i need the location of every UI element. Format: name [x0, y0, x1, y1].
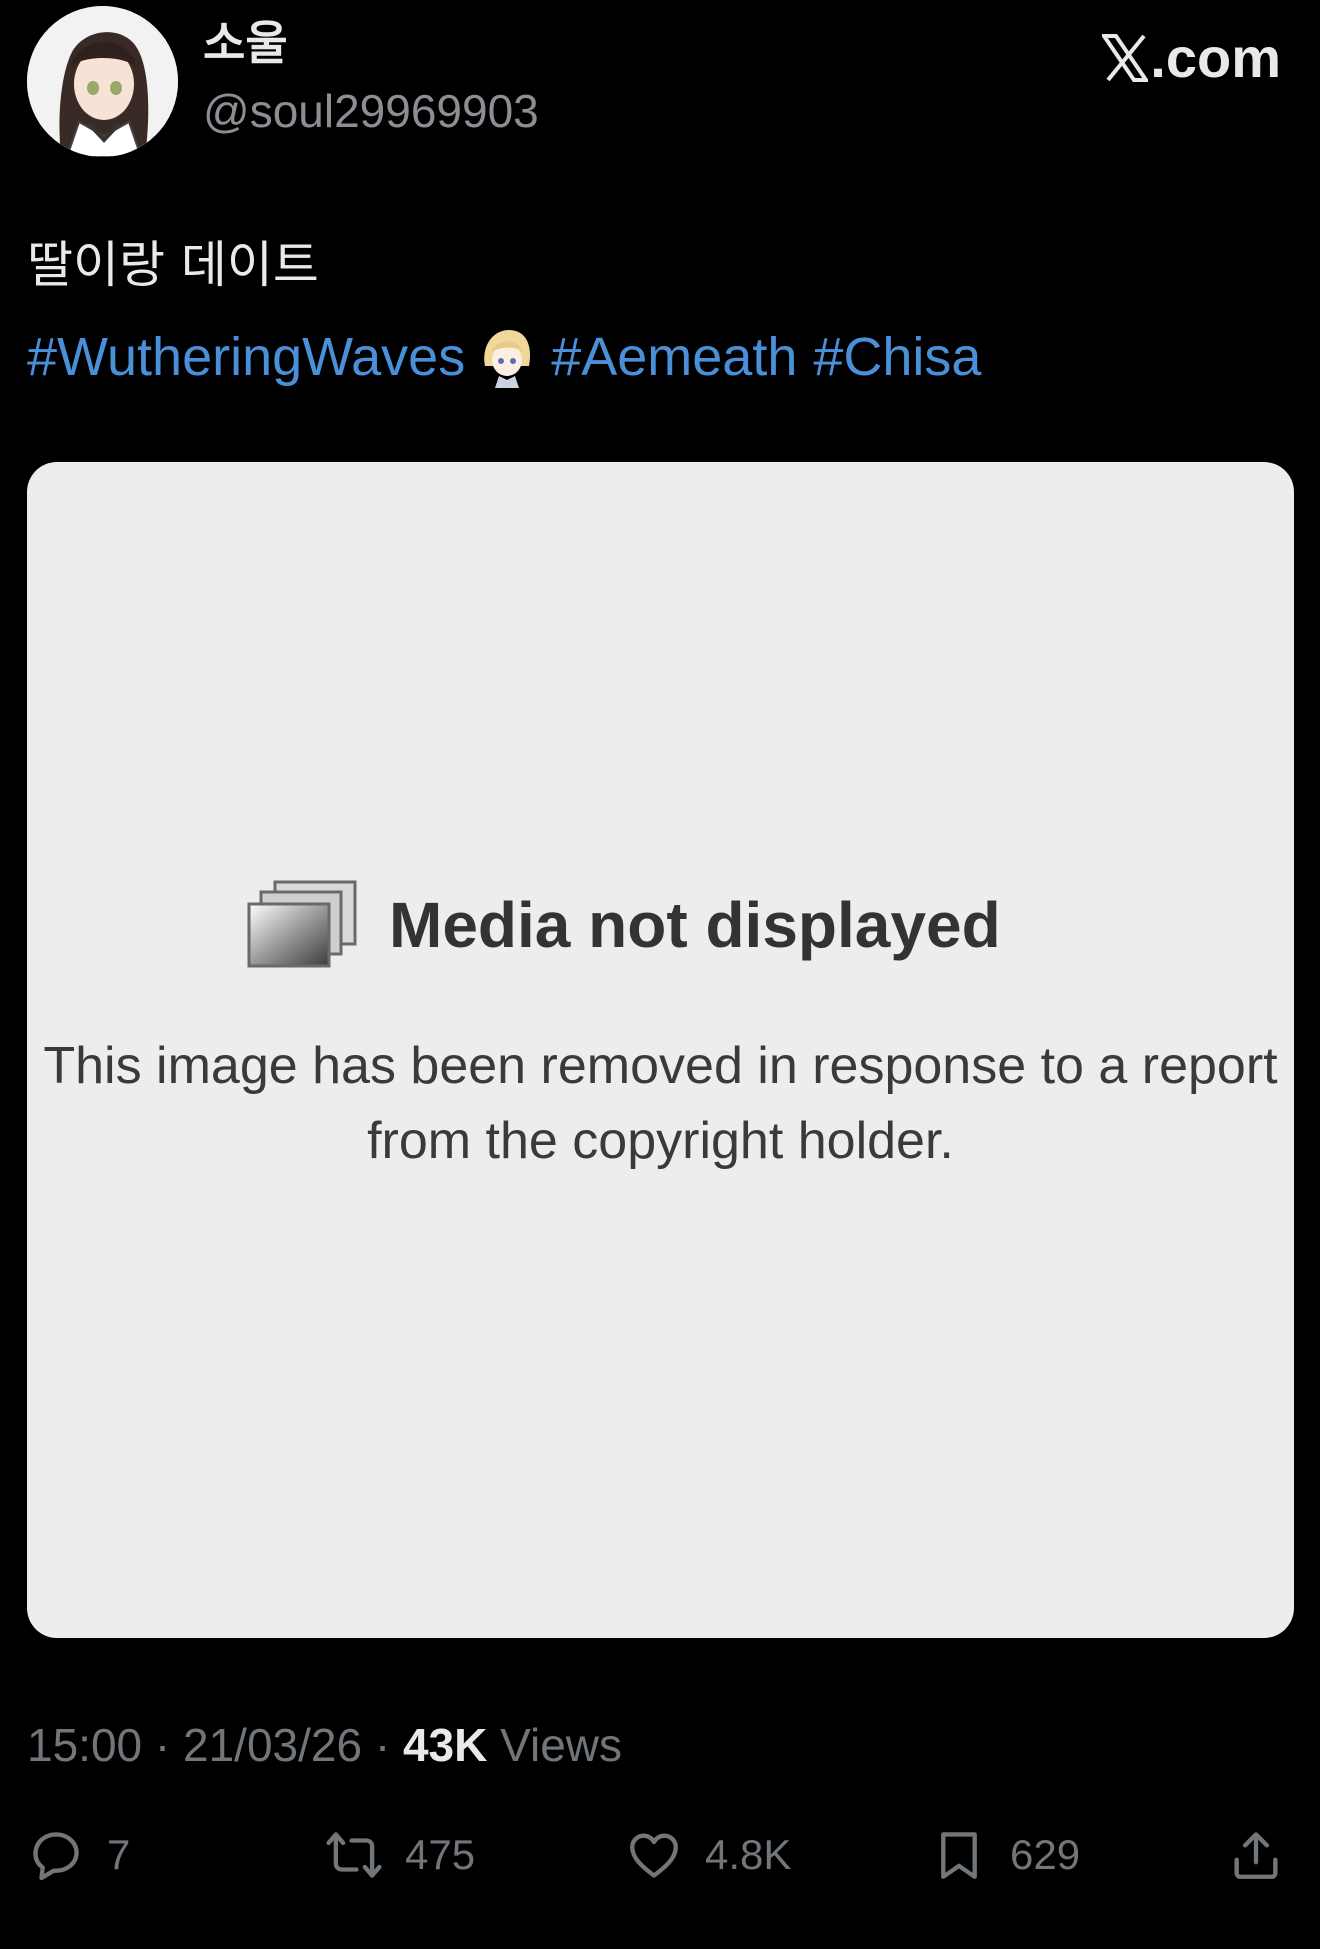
bookmark-button[interactable]: 629 — [930, 1822, 1080, 1888]
site-domain: .com — [1150, 26, 1281, 89]
display-name[interactable]: 소울 — [203, 20, 288, 66]
x-logo-icon — [1100, 34, 1151, 82]
hashtag-link[interactable]: #Chisa — [813, 330, 981, 384]
hashtag-link[interactable]: #WutheringWaves — [27, 330, 465, 384]
avatar-illustration — [27, 6, 178, 157]
user-handle[interactable]: @soul29969903 — [203, 88, 539, 134]
media-title: Media not displayed — [389, 889, 1001, 961]
share-icon — [1234, 1832, 1278, 1879]
reply-button[interactable]: 7 — [27, 1822, 130, 1888]
tweet-date[interactable]: 21/03/26 — [183, 1719, 362, 1771]
like-count: 4.8K — [705, 1831, 792, 1878]
site-label: .com — [1100, 26, 1281, 89]
heart-icon — [630, 1833, 678, 1878]
tweet-text: 딸이랑 데이트 — [27, 236, 319, 294]
reply-count: 7 — [107, 1831, 131, 1878]
like-button[interactable]: 4.8K — [625, 1822, 791, 1888]
media-title-row: Media not displayed — [247, 880, 1001, 970]
views-label: Views — [500, 1719, 623, 1771]
views-count[interactable]: 43K — [403, 1719, 487, 1771]
tweet-meta: 15:00 · 21/03/26 · 43K Views — [27, 1722, 622, 1768]
meta-separator: · — [374, 1719, 391, 1771]
repost-icon — [326, 1832, 382, 1878]
share-button[interactable] — [1227, 1822, 1285, 1888]
hashtag-link[interactable]: #Aemeath — [551, 330, 797, 384]
media-message: This image has been removed in response … — [43, 1037, 1278, 1170]
character-emoji-icon — [479, 326, 535, 388]
meta-separator: · — [154, 1719, 171, 1771]
repost-count: 475 — [405, 1831, 476, 1878]
repost-button[interactable]: 475 — [325, 1822, 475, 1888]
bookmark-icon — [941, 1832, 977, 1879]
action-bar: 7 475 4.8K 629 — [27, 1822, 1293, 1888]
bookmark-count: 629 — [1010, 1831, 1081, 1878]
reply-icon — [33, 1832, 79, 1881]
hashtag-line: #WutheringWaves #Aemeath #Chisa — [27, 326, 981, 388]
tweet-header: 소울 @soul29969903 .com — [27, 6, 1293, 160]
media-placeholder[interactable]: Media not displayed This image has been … — [27, 462, 1294, 1638]
image-stack-icon — [247, 880, 357, 968]
tweet-time[interactable]: 15:00 — [27, 1719, 142, 1771]
avatar[interactable] — [27, 6, 178, 157]
